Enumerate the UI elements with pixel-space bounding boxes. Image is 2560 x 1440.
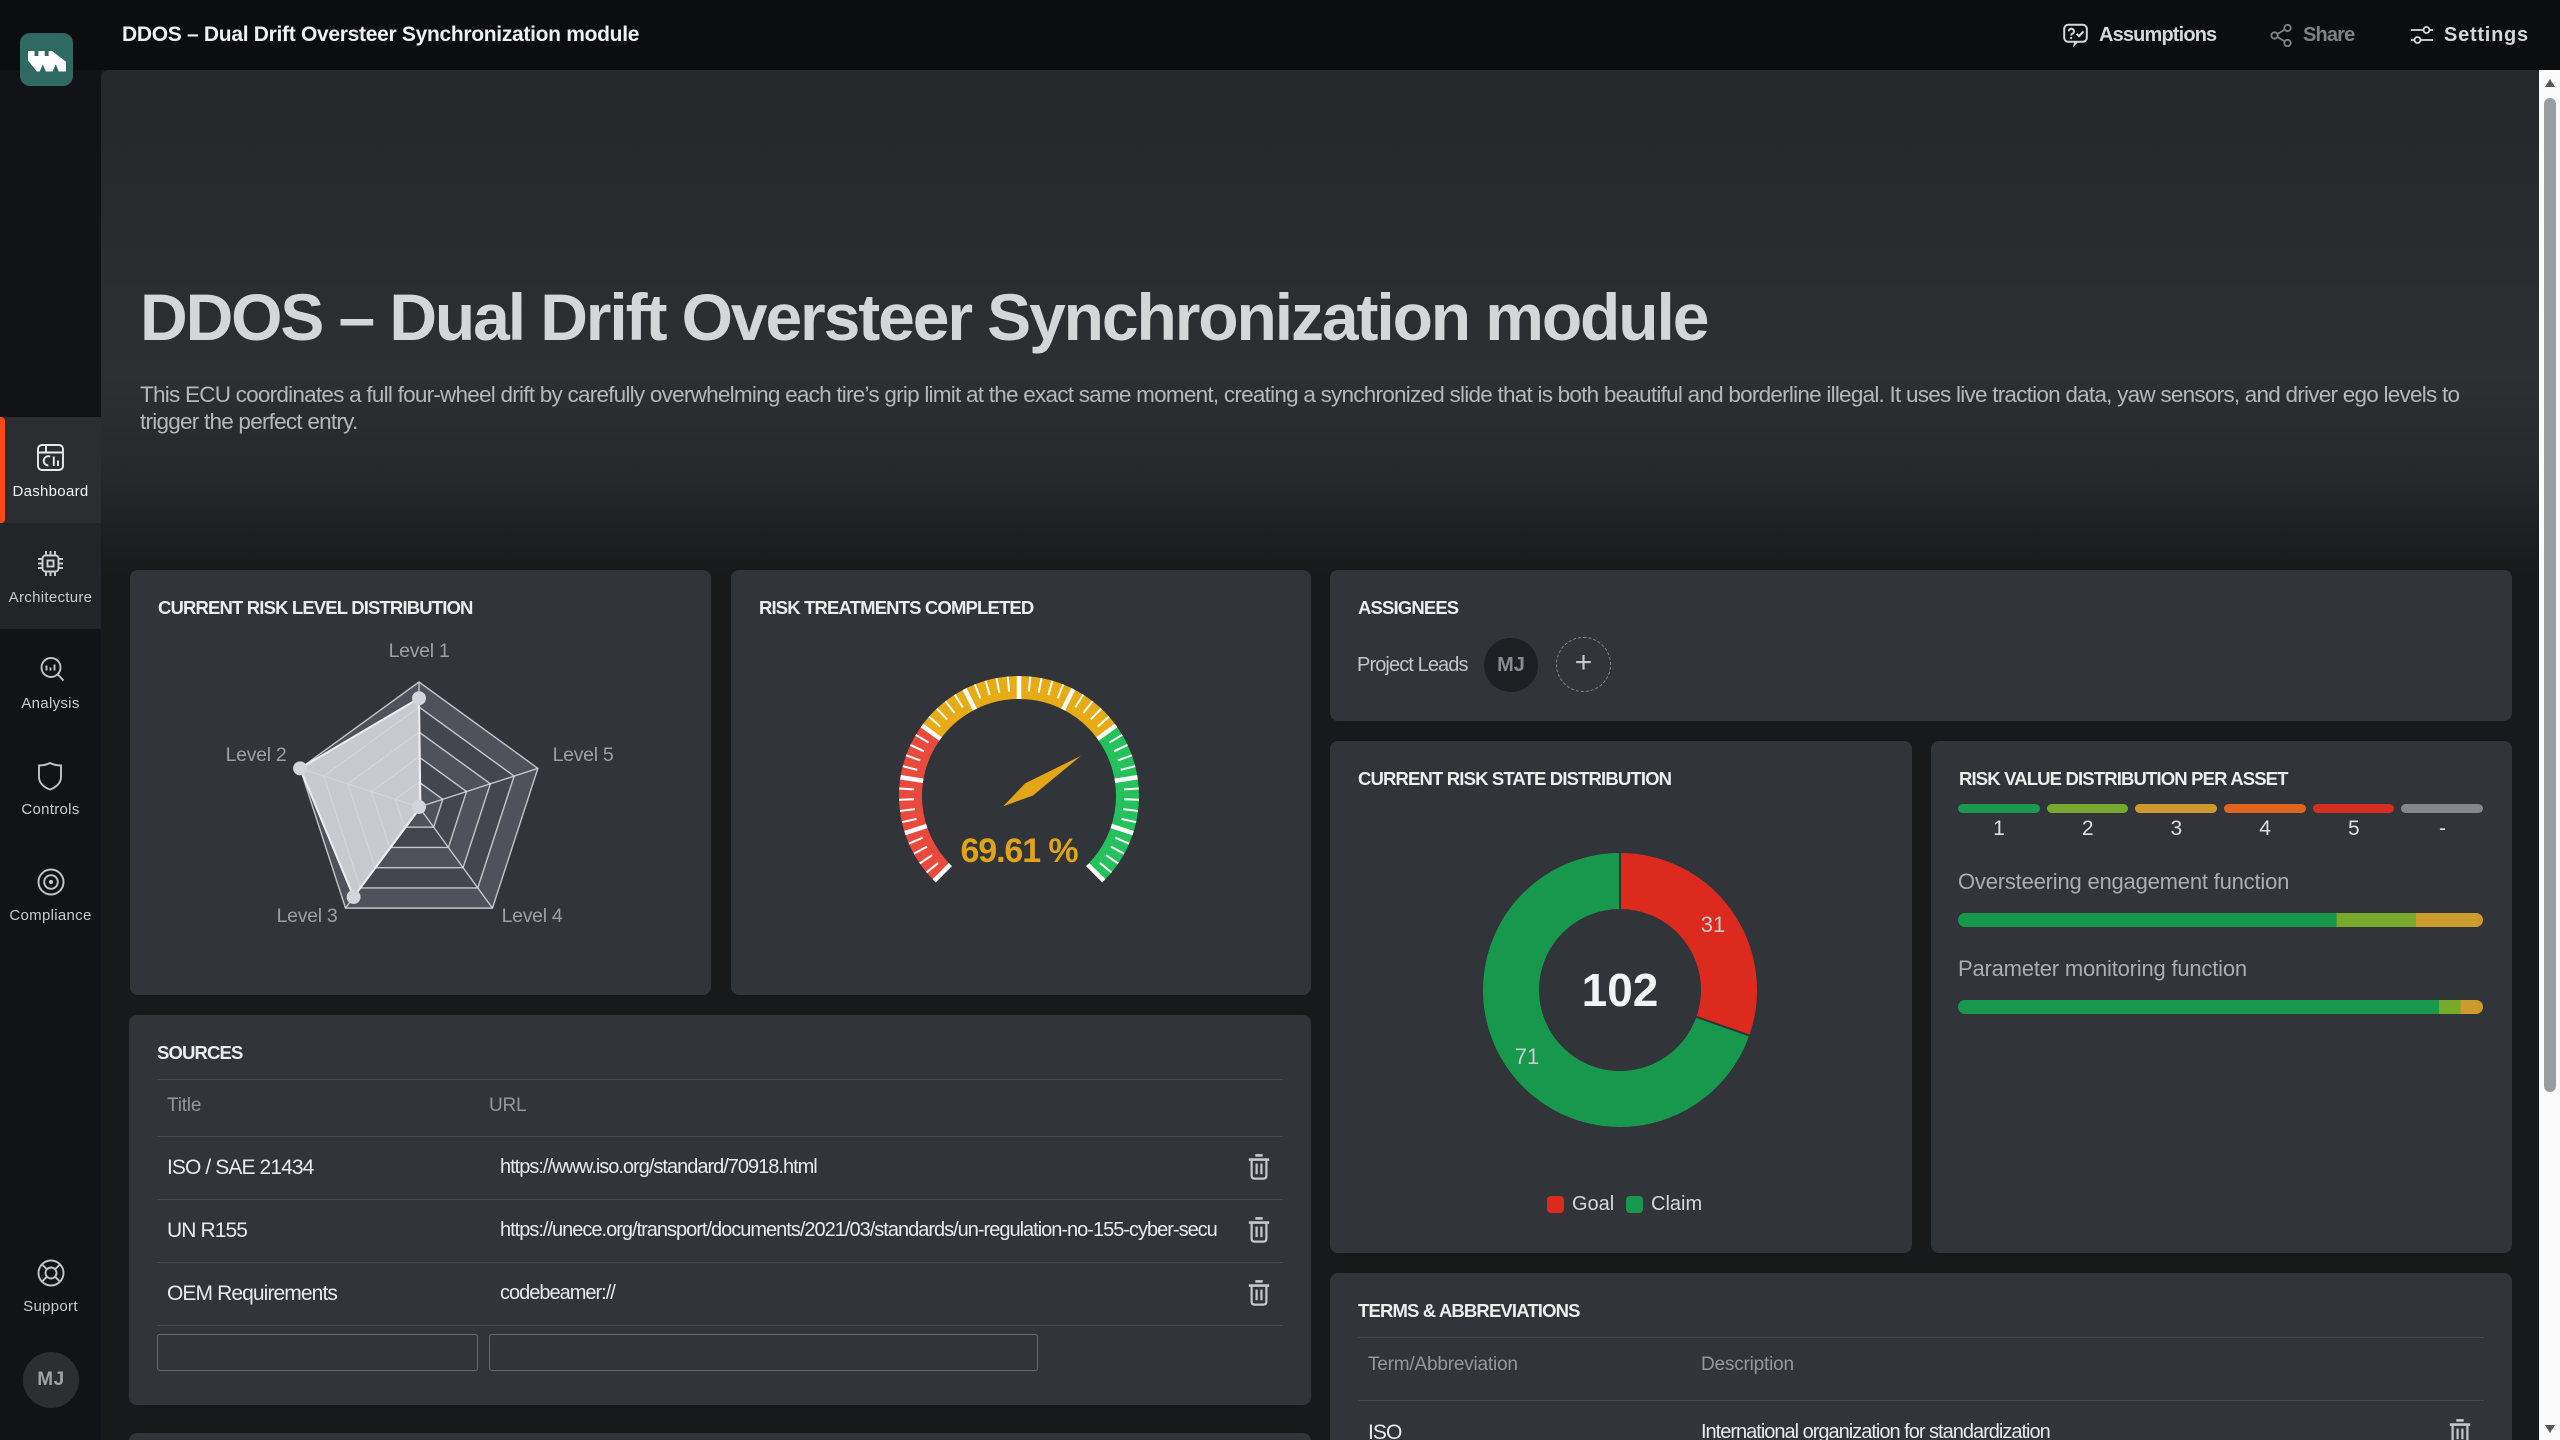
svg-text:Level 1: Level 1 [389, 640, 450, 662]
svg-text:Goal: Goal [1572, 1193, 1614, 1215]
svg-text:102: 102 [1582, 964, 1659, 1016]
svg-text:69.61 %: 69.61 % [960, 832, 1078, 870]
svg-text:Claim: Claim [1651, 1193, 1702, 1215]
svg-text:Level 5: Level 5 [553, 744, 614, 766]
svg-text:31: 31 [1701, 912, 1725, 937]
svg-text:Level 3: Level 3 [277, 905, 338, 927]
svg-text:Level 4: Level 4 [502, 905, 563, 927]
svg-text:71: 71 [1515, 1044, 1539, 1069]
svg-text:Level 2: Level 2 [226, 744, 287, 766]
